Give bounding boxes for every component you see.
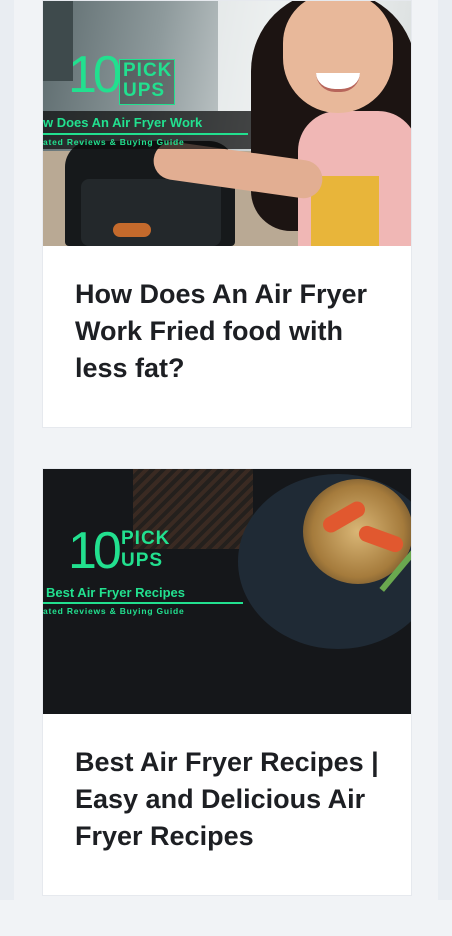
brand-divider <box>43 602 243 604</box>
article-card[interactable]: 10 PICK UPS w Does An Air Fryer Work ate… <box>42 0 412 428</box>
thumbnail-tagline: ated Reviews & Buying Guide <box>43 606 185 616</box>
thumbnail-headline: Best Air Fryer Recipes <box>46 585 185 600</box>
page-margin-right <box>438 0 452 900</box>
fryer-basket-shape <box>81 179 221 246</box>
page-margin-left <box>0 0 14 900</box>
brand-word-bottom: UPS <box>123 80 166 101</box>
brand-number: 10 <box>68 522 122 580</box>
brand-number: 10 <box>68 46 122 104</box>
brand-word-bottom: UPS <box>121 550 164 571</box>
person-dress-shape <box>311 176 379 246</box>
brand-divider <box>43 133 248 135</box>
article-title[interactable]: How Does An Air Fryer Work Fried food wi… <box>43 246 411 427</box>
brand-word-top: PICK <box>121 528 171 549</box>
article-title[interactable]: Best Air Fryer Recipes | Easy and Delici… <box>43 714 411 895</box>
thumbnail-tagline: ated Reviews & Buying Guide <box>43 137 185 147</box>
article-feed: 10 PICK UPS w Does An Air Fryer Work ate… <box>42 0 412 936</box>
person-face-shape <box>283 1 393 113</box>
article-thumbnail[interactable]: 10 PICK UPS w Does An Air Fryer Work ate… <box>43 1 411 246</box>
article-thumbnail[interactable]: 10 PICK UPS Best Air Fryer Recipes ated … <box>43 469 411 714</box>
food-shape <box>113 223 151 237</box>
brand-word-top: PICK <box>123 60 173 81</box>
thumbnail-headline: w Does An Air Fryer Work <box>43 115 203 130</box>
article-card[interactable]: 10 PICK UPS Best Air Fryer Recipes ated … <box>42 468 412 896</box>
